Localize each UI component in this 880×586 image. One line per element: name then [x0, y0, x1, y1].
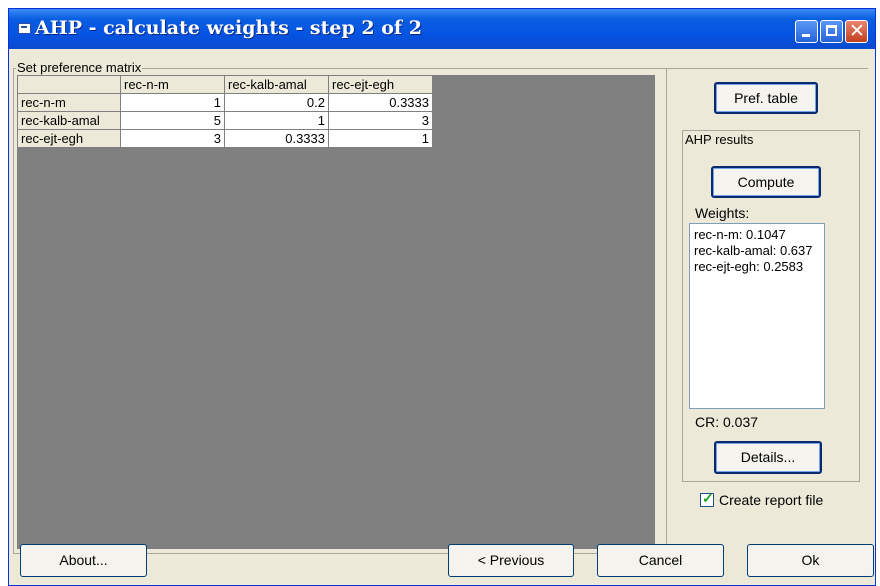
title-bar[interactable]: AHP - calculate weights - step 2 of 2 ✕ — [9, 9, 875, 49]
header-row: rec-n-m rec-kalb-amal rec-ejt-egh — [17, 75, 433, 94]
details-button[interactable]: Details... — [714, 441, 822, 474]
weight-item: rec-ejt-egh: 0.2583 — [694, 259, 804, 274]
matrix-cell[interactable]: 0.3333 — [328, 93, 433, 112]
matrix-cell[interactable]: 5 — [120, 111, 225, 130]
matrix-cell[interactable]: 1 — [224, 111, 329, 130]
preference-matrix-table: rec-n-m rec-kalb-amal rec-ejt-egh rec-n-… — [17, 75, 433, 148]
maximize-button[interactable] — [820, 20, 843, 43]
matrix-cell[interactable]: 1 — [328, 129, 433, 148]
matrix-cell[interactable]: 0.3333 — [224, 129, 329, 148]
corner-cell — [17, 75, 121, 94]
cancel-button[interactable]: Cancel — [597, 544, 724, 577]
minimize-icon — [802, 34, 810, 37]
table-row: rec-n-m 1 0.2 0.3333 — [17, 93, 433, 112]
preference-grid[interactable]: rec-n-m rec-kalb-amal rec-ejt-egh rec-n-… — [17, 75, 655, 549]
table-row: rec-ejt-egh 3 0.3333 1 — [17, 129, 433, 148]
weights-list[interactable]: rec-n-m: 0.1047 rec-kalb-amal: 0.637 rec… — [689, 223, 825, 409]
minimize-button[interactable] — [795, 20, 818, 43]
matrix-cell[interactable]: 0.2 — [224, 93, 329, 112]
checkmark-icon: ✓ — [702, 490, 714, 506]
previous-button[interactable]: < Previous — [448, 544, 574, 577]
maximize-icon — [826, 25, 837, 36]
close-icon: ✕ — [849, 20, 865, 42]
compute-button[interactable]: Compute — [711, 166, 821, 198]
weights-label: Weights: — [695, 205, 750, 221]
column-header: rec-ejt-egh — [328, 75, 433, 94]
matrix-cell[interactable]: 3 — [328, 111, 433, 130]
column-header: rec-kalb-amal — [224, 75, 329, 94]
column-header: rec-n-m — [120, 75, 225, 94]
row-header: rec-n-m — [17, 93, 121, 112]
create-report-label[interactable]: Create report file — [719, 492, 823, 508]
weight-item: rec-kalb-amal: 0.637 — [694, 243, 813, 258]
ok-button[interactable]: Ok — [747, 544, 874, 577]
row-header: rec-ejt-egh — [17, 129, 121, 148]
window-title: AHP - calculate weights - step 2 of 2 — [35, 17, 422, 39]
create-report-checkbox[interactable]: ✓ — [700, 490, 714, 507]
cr-value: CR: 0.037 — [695, 414, 759, 430]
matrix-group-label: Set preference matrix — [16, 60, 143, 75]
matrix-cell[interactable]: 3 — [120, 129, 225, 148]
row-header: rec-kalb-amal — [17, 111, 121, 130]
close-button[interactable]: ✕ — [845, 20, 868, 43]
app-icon — [18, 23, 31, 34]
pref-table-button[interactable]: Pref. table — [714, 82, 818, 114]
weight-item: rec-n-m: 0.1047 — [694, 227, 786, 242]
table-row: rec-kalb-amal 5 1 3 — [17, 111, 433, 130]
matrix-cell[interactable]: 1 — [120, 93, 225, 112]
ahp-results-label: AHP results — [684, 132, 755, 147]
about-button[interactable]: About... — [20, 544, 147, 577]
